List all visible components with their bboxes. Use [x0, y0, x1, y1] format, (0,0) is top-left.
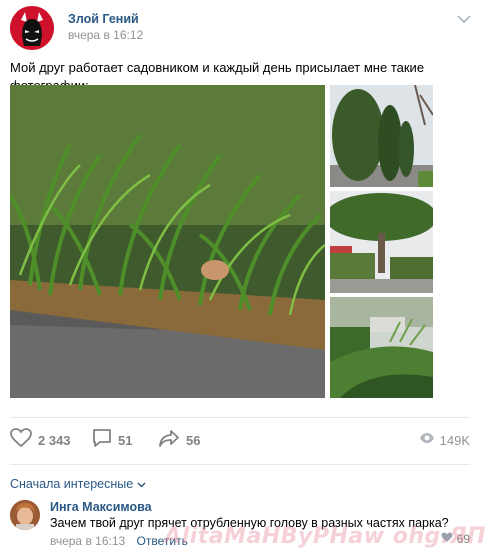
- share-button[interactable]: 56: [158, 428, 200, 452]
- post-author[interactable]: Злой Гений: [68, 12, 139, 26]
- like-count: 2 343: [38, 432, 71, 448]
- post-header: Злой Гений вчера в 16:12: [10, 6, 480, 50]
- post-time[interactable]: вчера в 16:12: [68, 28, 143, 42]
- post-photo-2[interactable]: [330, 85, 433, 187]
- comment-button[interactable]: 51: [92, 428, 132, 452]
- chevron-down-icon[interactable]: [456, 12, 472, 26]
- comment-author-avatar[interactable]: [10, 500, 40, 530]
- comments-sort-dropdown[interactable]: Сначала интересные: [10, 477, 146, 491]
- like-button[interactable]: 2 343: [10, 427, 71, 453]
- share-icon: [158, 428, 180, 453]
- divider-bottom: [10, 464, 470, 465]
- author-avatar[interactable]: [10, 6, 54, 50]
- share-count: 56: [186, 432, 201, 448]
- post-photo-main[interactable]: [10, 85, 325, 398]
- views-counter: 149K: [419, 428, 470, 452]
- post-actions: 2 343 51 56 149K: [10, 427, 470, 453]
- post-photo-3[interactable]: [330, 191, 433, 293]
- heart-icon: [10, 427, 32, 453]
- views-count: 149K: [439, 432, 470, 448]
- comment-time[interactable]: вчера в 16:13: [50, 534, 125, 548]
- comment-author[interactable]: Инга Максимова: [50, 500, 152, 514]
- divider-top: [10, 417, 470, 418]
- watermark-text: AlitaMaHByPHaw ohg.ЯП: [164, 524, 486, 549]
- eye-icon: [419, 431, 435, 449]
- post-photo-4[interactable]: [330, 297, 433, 398]
- comment-count: 51: [118, 432, 133, 448]
- comment-icon: [92, 428, 112, 453]
- chevron-down-icon: [137, 477, 146, 491]
- comments-sort-label: Сначала интересные: [10, 477, 134, 491]
